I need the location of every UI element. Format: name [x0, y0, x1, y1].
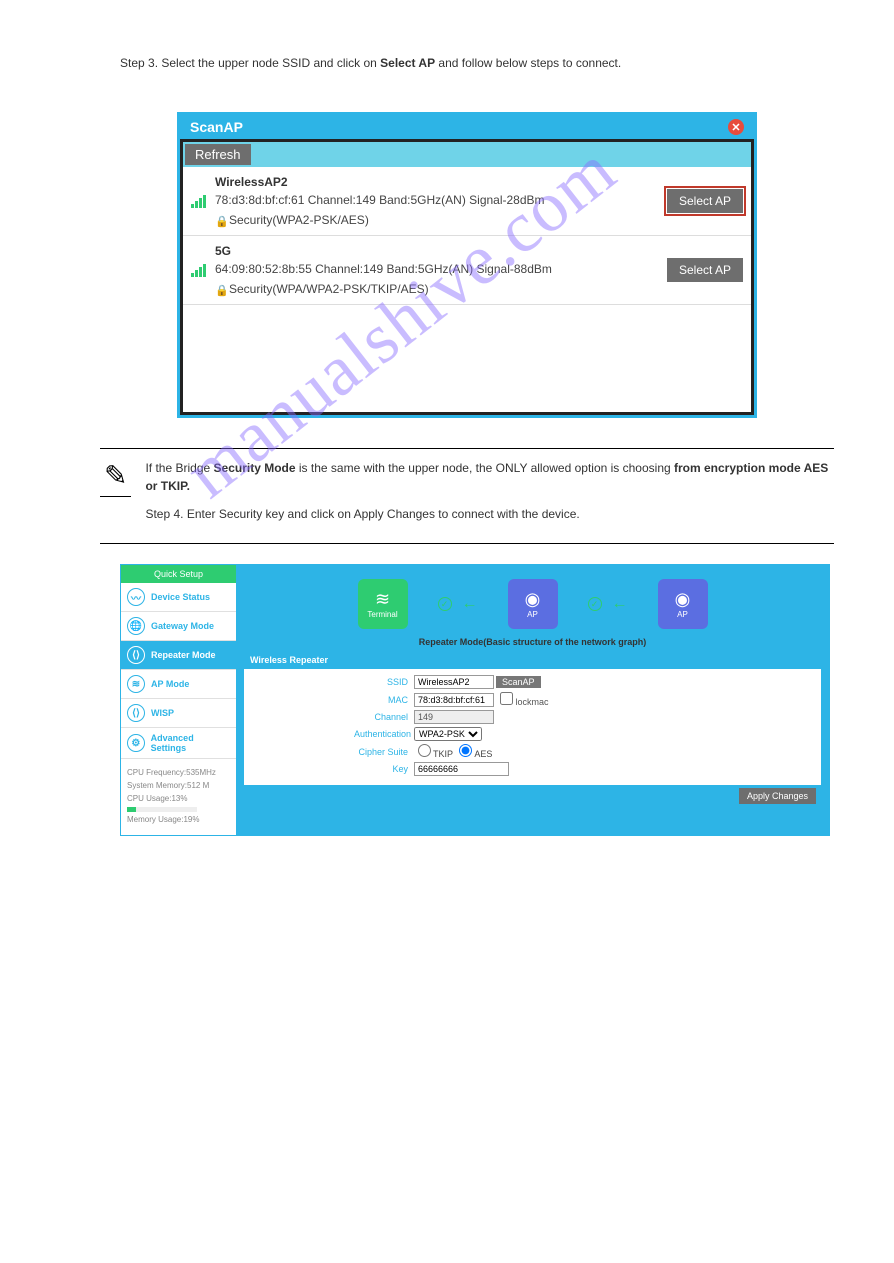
ap-ssid: WirelessAP2	[215, 173, 667, 191]
ap-security: 🔒 Security(WPA/WPA2-PSK/TKIP/AES)	[215, 280, 667, 298]
signal-icon	[191, 195, 209, 208]
status-icon: 〰	[127, 588, 145, 606]
mac-label: MAC	[354, 695, 414, 705]
sidebar: Quick Setup 〰 Device Status 🌐 Gateway Mo…	[121, 565, 236, 835]
sidebar-item-device-status[interactable]: 〰 Device Status	[121, 583, 236, 612]
scanap-titlebar: ScanAP ✕	[180, 115, 754, 139]
pencil-icon: ✎	[100, 459, 131, 497]
antenna-icon: ⟨⟩	[127, 646, 145, 664]
square-icon: ◉	[525, 589, 541, 610]
lock-icon: 🔒	[215, 283, 225, 295]
ap-info: WirelessAP2 78:d3:8d:bf:cf:61 Channel:14…	[215, 173, 667, 229]
step4-text: Step 4. Enter Security key and click on …	[145, 505, 834, 523]
content-area: ≋ Terminal ✓← ◉ AP ✓← ◉ AP Repeater Mode…	[236, 565, 829, 835]
ap-detail: 64:09:80:52:8b:55 Channel:149 Band:5GHz(…	[215, 260, 667, 278]
sidebar-item-label: Device Status	[151, 592, 210, 602]
check-icon: ✓	[438, 597, 452, 611]
cpu-usage: CPU Usage:13%	[127, 793, 230, 806]
system-stats: CPU Frequency:535MHz System Memory:512 M…	[121, 759, 236, 835]
globe-icon: 🌐	[127, 617, 145, 635]
scanap-button[interactable]: ScanAP	[496, 676, 541, 688]
wifi-icon: ≋	[127, 675, 145, 693]
topology-arrow: ✓←	[588, 595, 628, 613]
note-text: If the Bridge Security Mode is the same …	[145, 459, 834, 523]
scanap-title: ScanAP	[190, 119, 243, 135]
select-ap-button[interactable]: Select AP	[667, 189, 743, 213]
panel-title: Wireless Repeater	[244, 651, 821, 669]
ap-list-item: WirelessAP2 78:d3:8d:bf:cf:61 Channel:14…	[183, 167, 751, 236]
ssid-input[interactable]	[414, 675, 494, 689]
topology-terminal: ≋ Terminal	[358, 579, 408, 629]
sidebar-item-label: Gateway Mode	[151, 621, 214, 631]
gear-icon: ⚙	[127, 734, 145, 752]
tkip-radio[interactable]	[418, 744, 431, 757]
note-block: ✎ If the Bridge Security Mode is the sam…	[100, 448, 834, 544]
sidebar-quicksetup: Quick Setup	[121, 565, 236, 583]
cpu-freq: CPU Frequency:535MHz	[127, 767, 230, 780]
ap-security: 🔒 Security(WPA2-PSK/AES)	[215, 211, 667, 229]
sidebar-item-label: WISP	[151, 708, 174, 718]
ap-ssid: 5G	[215, 242, 667, 260]
sys-mem: System Memory:512 M	[127, 780, 230, 793]
authentication-select[interactable]: WPA2-PSK	[414, 727, 482, 741]
select-ap-button[interactable]: Select AP	[667, 258, 743, 282]
check-icon: ✓	[588, 597, 602, 611]
channel-input[interactable]	[414, 710, 494, 724]
signal-icon	[191, 264, 209, 277]
ap-list-item: 5G 64:09:80:52:8b:55 Channel:149 Band:5G…	[183, 236, 751, 305]
topology-ap2: ◉ AP	[658, 579, 708, 629]
topology-ap1: ◉ AP	[508, 579, 558, 629]
authentication-label: Authentication	[354, 729, 414, 739]
broadcast-icon: ⟨⟩	[127, 704, 145, 722]
mac-input[interactable]	[414, 693, 494, 707]
sidebar-item-label: Repeater Mode	[151, 650, 216, 660]
sidebar-item-wisp[interactable]: ⟨⟩ WISP	[121, 699, 236, 728]
ap-info: 5G 64:09:80:52:8b:55 Channel:149 Band:5G…	[215, 242, 667, 298]
key-label: Key	[354, 764, 414, 774]
sidebar-item-label: AP Mode	[151, 679, 189, 689]
network-topology: ≋ Terminal ✓← ◉ AP ✓← ◉ AP	[244, 573, 821, 633]
ap-detail: 78:d3:8d:bf:cf:61 Channel:149 Band:5GHz(…	[215, 191, 667, 209]
ssid-label: SSID	[354, 677, 414, 687]
sidebar-item-ap-mode[interactable]: ≋ AP Mode	[121, 670, 236, 699]
wireless-repeater-panel: Wireless Repeater SSID ScanAP MAC lockma…	[244, 651, 821, 807]
sidebar-item-label: Advanced Settings	[151, 733, 230, 753]
cpu-usage-bar	[127, 807, 197, 812]
channel-label: Channel	[354, 712, 414, 722]
wifi-icon: ≋	[375, 589, 390, 610]
refresh-bar: Refresh	[183, 142, 751, 167]
sidebar-item-repeater-mode[interactable]: ⟨⟩ Repeater Mode	[121, 641, 236, 670]
apply-changes-button[interactable]: Apply Changes	[739, 788, 816, 804]
cipher-label: Cipher Suite	[354, 747, 414, 757]
close-icon[interactable]: ✕	[728, 119, 744, 135]
square-icon: ◉	[675, 589, 691, 610]
sidebar-item-advanced-settings[interactable]: ⚙ Advanced Settings	[121, 728, 236, 759]
sidebar-item-gateway-mode[interactable]: 🌐 Gateway Mode	[121, 612, 236, 641]
topology-arrow: ✓←	[438, 595, 478, 613]
key-input[interactable]	[414, 762, 509, 776]
step3-text: Step 3. Select the upper node SSID and c…	[120, 54, 834, 72]
topology-caption: Repeater Mode(Basic structure of the net…	[244, 633, 821, 651]
refresh-button[interactable]: Refresh	[185, 144, 251, 165]
lockmac-checkbox[interactable]	[500, 692, 513, 705]
scanap-dialog: ScanAP ✕ Refresh WirelessAP2 78:d3:8d:bf…	[177, 112, 757, 418]
mem-usage: Memory Usage:19%	[127, 814, 230, 827]
lock-icon: 🔒	[215, 214, 225, 226]
aes-radio[interactable]	[459, 744, 472, 757]
router-ui: Quick Setup 〰 Device Status 🌐 Gateway Mo…	[120, 564, 830, 836]
lockmac-option[interactable]: lockmac	[500, 692, 549, 707]
